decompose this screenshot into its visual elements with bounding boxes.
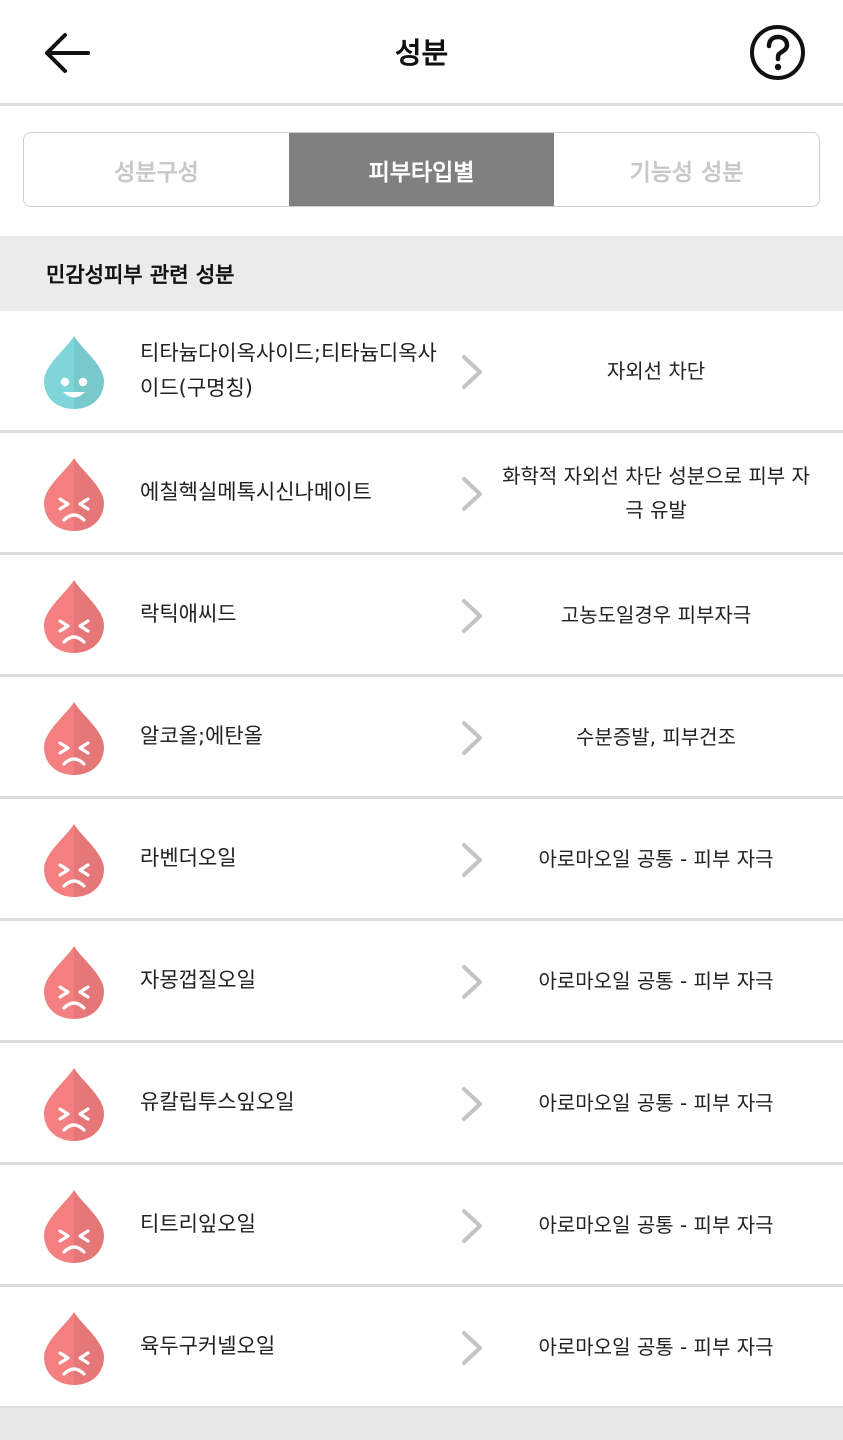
chevron-right-icon [462, 721, 482, 755]
ingredient-name: 에칠헥실메톡시신나메이트 [140, 480, 372, 504]
help-button[interactable] [749, 24, 806, 81]
ingredient-description: 수분증발, 피부건조 [576, 724, 736, 749]
ingredient-row[interactable]: 유칼립투스잎오일 아로마오일 공통 - 피부 자극 [0, 1043, 843, 1165]
tab-bar: 성분구성 피부타입별 기능성 성분 [23, 132, 820, 207]
ingredient-name: 라벤더오일 [140, 846, 237, 870]
tab-skin-type[interactable]: 피부타입별 [289, 133, 554, 206]
sad-drop-icon [44, 580, 104, 653]
ingredient-row[interactable]: 라벤더오일 아로마오일 공통 - 피부 자극 [0, 799, 843, 921]
tab-functional[interactable]: 기능성 성분 [554, 133, 819, 206]
ingredient-row[interactable]: 락틱애씨드 고농도일경우 피부자극 [0, 555, 843, 677]
chevron-right-icon [462, 1331, 482, 1365]
ingredient-description: 아로마오일 공통 - 피부 자극 [538, 968, 774, 993]
sad-drop-icon [44, 1312, 104, 1385]
sad-drop-icon [44, 1190, 104, 1263]
ingredient-description: 자외선 차단 [606, 358, 706, 383]
bottom-divider [0, 1408, 843, 1440]
chevron-right-icon [462, 599, 482, 633]
tab-composition[interactable]: 성분구성 [24, 133, 289, 206]
happy-drop-icon [44, 336, 104, 409]
chevron-right-icon [462, 477, 482, 511]
question-circle-icon [750, 25, 805, 80]
chevron-right-icon [462, 843, 482, 877]
ingredient-name: 락틱애씨드 [140, 602, 237, 626]
page-title: 성분 [394, 36, 449, 70]
ingredient-description: 아로마오일 공통 - 피부 자극 [538, 1212, 774, 1237]
sad-drop-icon [44, 458, 104, 531]
sad-drop-icon [44, 946, 104, 1019]
chevron-right-icon [462, 1209, 482, 1243]
app-header: 성분 [0, 0, 843, 106]
ingredient-name: 알코올;에탄올 [140, 724, 263, 748]
sad-drop-icon [44, 702, 104, 775]
ingredient-row[interactable]: 알코올;에탄올 수분증발, 피부건조 [0, 677, 843, 799]
sad-drop-icon [44, 1068, 104, 1141]
ingredient-row[interactable]: 자몽껍질오일 아로마오일 공통 - 피부 자극 [0, 921, 843, 1043]
ingredient-row[interactable]: 티타늄다이옥사이드;티타늄디옥사이드(구명칭) 자외선 차단 [0, 311, 843, 433]
ingredient-row[interactable]: 육두구커넬오일 아로마오일 공통 - 피부 자극 [0, 1287, 843, 1409]
ingredient-description: 화학적 자외선 차단 성분으로 피부 자극 유발 [502, 463, 810, 522]
ingredient-description: 아로마오일 공통 - 피부 자극 [538, 846, 774, 871]
ingredient-name: 티타늄다이옥사이드;티타늄디옥사이드(구명칭) [140, 340, 437, 400]
ingredient-name: 티트리잎오일 [140, 1212, 256, 1236]
ingredient-description: 아로마오일 공통 - 피부 자극 [538, 1090, 774, 1115]
ingredient-description: 고농도일경우 피부자극 [560, 602, 752, 627]
ingredient-row[interactable]: 에칠헥실메톡시신나메이트 화학적 자외선 차단 성분으로 피부 자극 유발 [0, 433, 843, 555]
sad-drop-icon [44, 824, 104, 897]
chevron-right-icon [462, 965, 482, 999]
ingredient-name: 유칼립투스잎오일 [140, 1090, 295, 1114]
chevron-right-icon [462, 1087, 482, 1121]
ingredient-name: 육두구커넬오일 [140, 1334, 276, 1358]
ingredient-row[interactable]: 티트리잎오일 아로마오일 공통 - 피부 자극 [0, 1165, 843, 1287]
ingredient-name: 자몽껍질오일 [140, 968, 256, 992]
section-header: 민감성피부 관련 성분 [0, 236, 843, 311]
ingredient-description: 아로마오일 공통 - 피부 자극 [538, 1334, 774, 1359]
ingredient-list: 티타늄다이옥사이드;티타늄디옥사이드(구명칭) 자외선 차단에칠헥실메톡시신나메이… [0, 311, 843, 1409]
chevron-right-icon [462, 355, 482, 389]
